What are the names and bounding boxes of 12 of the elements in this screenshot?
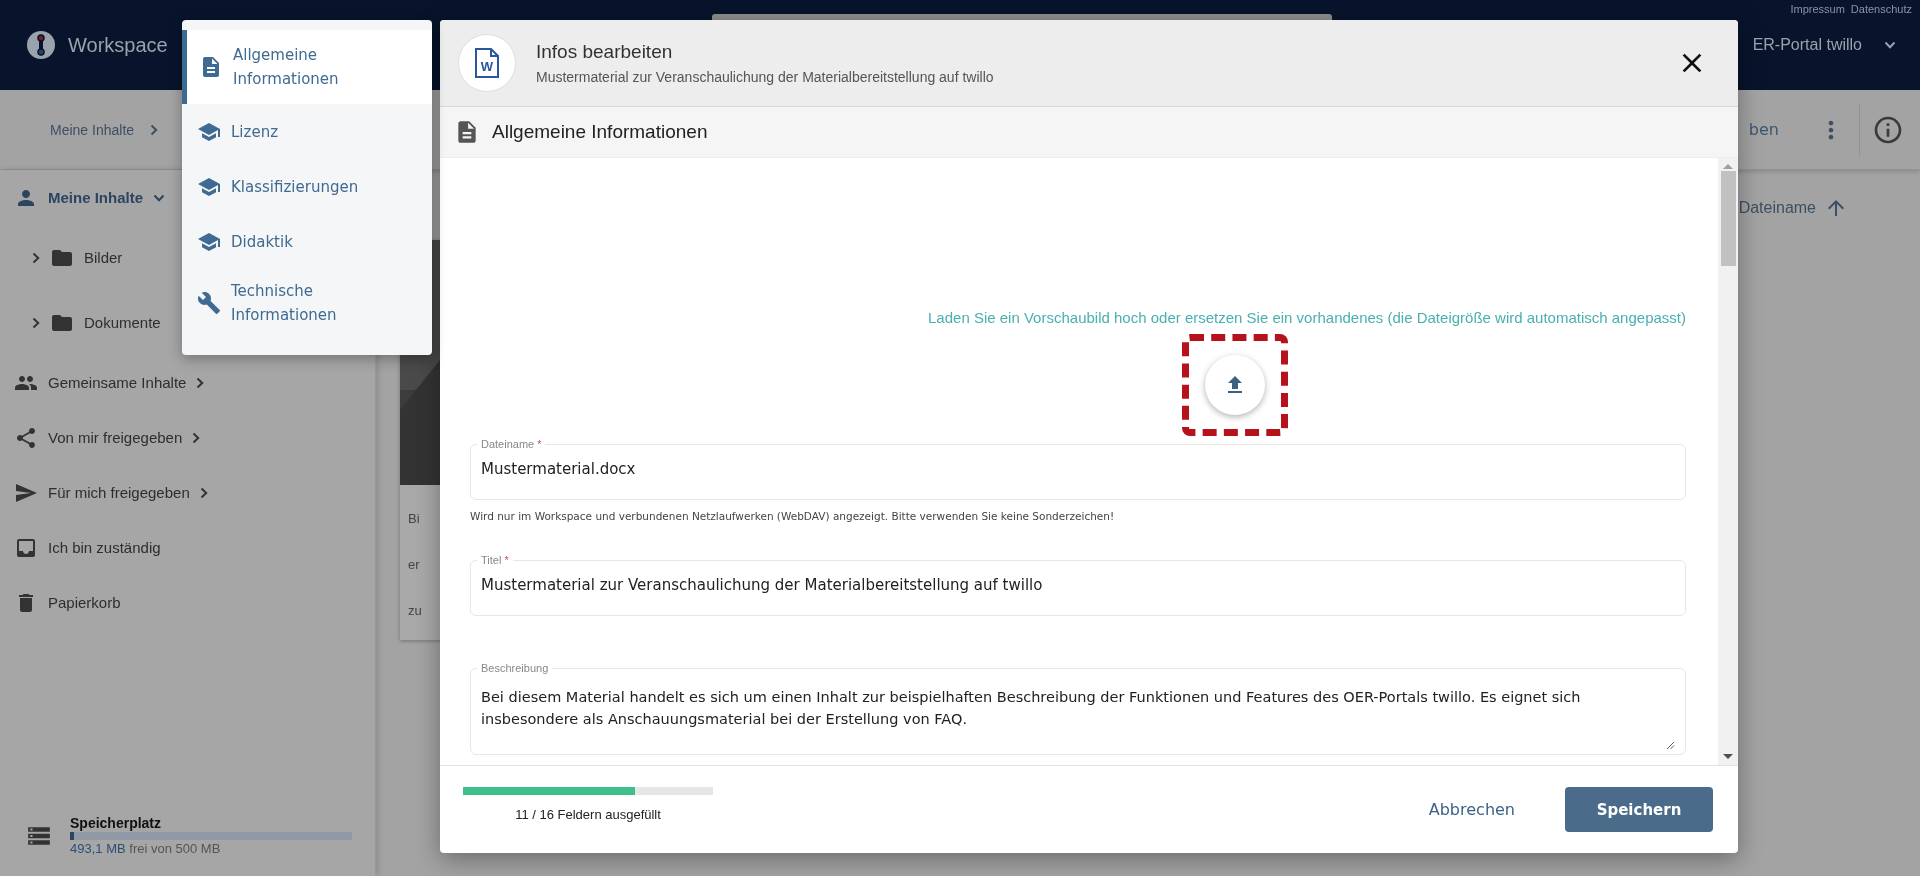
card-text: er [407, 555, 421, 574]
dialog-title: Infos bearbeiten [536, 41, 674, 63]
section-title: Allgemeine Informationen [492, 121, 708, 143]
dialog-subtitle: Mustermaterial zur Veranschaulichung der Materialbereitstellung auf twillo [536, 69, 994, 85]
field-hint: Wird nur im Workspace und verbundenen Netzlaufwerken (WebDAV) angezeigt. Bitte verwenden Sie keine Sonderzeichen! [470, 510, 1116, 522]
card-text: zu [407, 601, 423, 620]
storage-text: 493,1 MB frei von 500 MB [70, 841, 222, 856]
storage-title: Speicherplatz [70, 815, 163, 831]
app-name: Workspace [68, 33, 168, 57]
progress-text: 11 / 16 Feldern ausgefüllt [515, 807, 661, 822]
file-type-icon: W [458, 34, 516, 92]
portal-name: ER-Portal twillo [1752, 36, 1862, 54]
